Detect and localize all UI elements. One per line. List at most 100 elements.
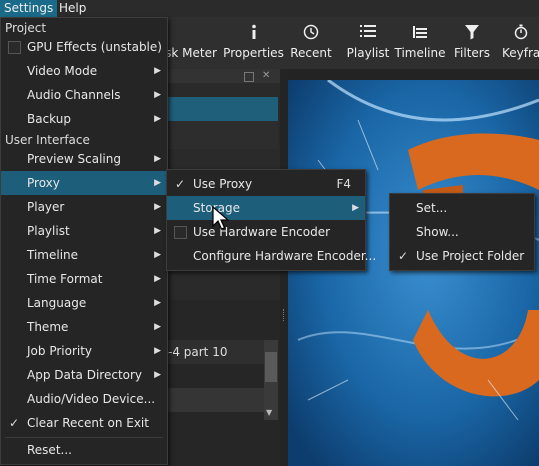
clock-icon <box>288 24 334 40</box>
menu-label: Playlist <box>27 224 70 238</box>
menu-label: Theme <box>27 320 69 334</box>
toolbar-label: Keyfran <box>502 46 539 60</box>
submenu-arrow-icon: ▶ <box>154 274 161 284</box>
menu-label: Timeline <box>27 248 79 262</box>
mouse-cursor-icon <box>212 206 230 230</box>
reset-item[interactable]: Reset... <box>1 438 167 462</box>
timeline-item[interactable]: Timeline ▶ <box>1 243 167 267</box>
info-icon <box>222 24 285 40</box>
menu-label: Time Format <box>27 272 103 286</box>
menu-label: App Data Directory <box>27 368 143 382</box>
playlist-row[interactable] <box>160 388 264 412</box>
list-item[interactable] <box>160 121 278 149</box>
show-item[interactable]: Show... <box>390 220 534 244</box>
use-hardware-encoder-item[interactable]: Use Hardware Encoder <box>167 220 365 244</box>
submenu-arrow-icon: ▶ <box>154 114 161 124</box>
toolbar-label: Properties <box>223 46 284 60</box>
menu-label: Job Priority <box>27 344 93 358</box>
toolbar-label: sk Meter <box>165 46 217 60</box>
submenu-arrow-icon: ▶ <box>154 178 161 188</box>
menu-label: Audio Channels <box>27 88 121 102</box>
settings-menu: Project GPU Effects (unstable) Video Mod… <box>0 17 168 465</box>
proxy-item[interactable]: Proxy ▶ <box>1 171 167 195</box>
configure-hardware-encoder-item[interactable]: Configure Hardware Encoder... <box>167 244 376 268</box>
use-proxy-item[interactable]: ✓ Use Proxy F4 <box>167 172 365 196</box>
list-icon <box>340 24 396 40</box>
preview-scaling-item[interactable]: Preview Scaling ▶ <box>1 147 167 171</box>
splitter-grip-icon <box>283 309 286 321</box>
task-meter-button[interactable]: sk Meter <box>160 17 222 69</box>
audio-channels-item[interactable]: Audio Channels ▶ <box>1 83 167 107</box>
language-item[interactable]: Language ▶ <box>1 291 167 315</box>
timeline-icon <box>394 24 446 40</box>
menu-label: Configure Hardware Encoder... <box>193 249 377 263</box>
submenu-arrow-icon: ▶ <box>154 346 161 356</box>
clear-recent-item[interactable]: ✓ Clear Recent on Exit <box>1 411 167 435</box>
audio-video-device-item[interactable]: Audio/Video Device... <box>1 387 167 411</box>
keyframes-button[interactable]: Keyfran <box>500 17 539 69</box>
checkmark-icon: ✓ <box>175 177 186 191</box>
section-user-interface: User Interface <box>5 133 90 147</box>
toolbar-label: Timeline <box>394 46 446 60</box>
menu-label: Use Project Folder <box>416 249 525 263</box>
job-priority-item[interactable]: Job Priority ▶ <box>1 339 167 363</box>
recent-button[interactable]: Recent <box>288 17 334 69</box>
timeline-button[interactable]: Timeline <box>394 17 446 69</box>
video-frame-image <box>288 80 539 466</box>
submenu-arrow-icon: ▶ <box>154 66 161 76</box>
gpu-effects-item[interactable]: GPU Effects (unstable) <box>1 35 167 59</box>
storage-item[interactable]: Storage ▶ <box>167 196 365 220</box>
submenu-arrow-icon: ▶ <box>154 90 161 100</box>
submenu-arrow-icon: ▶ <box>154 322 161 332</box>
backup-item[interactable]: Backup ▶ <box>1 107 167 131</box>
close-icon[interactable]: ✕ <box>262 70 270 81</box>
toolbar-label: Filters <box>454 46 490 60</box>
properties-button[interactable]: Properties <box>222 17 285 69</box>
checkbox <box>174 226 187 239</box>
video-preview[interactable] <box>288 80 539 466</box>
app-data-directory-item[interactable]: App Data Directory ▶ <box>1 363 167 387</box>
shortcut-label: F4 <box>336 177 351 191</box>
playlist-button[interactable]: Playlist <box>340 17 396 69</box>
storage-submenu: Set... Show... ✓ Use Project Folder <box>389 193 535 271</box>
menu-label: Player <box>27 200 65 214</box>
player-item[interactable]: Player ▶ <box>1 195 167 219</box>
checkbox <box>8 41 21 54</box>
scrollbar-thumb[interactable] <box>265 352 277 382</box>
main-toolbar: sk Meter Properties Recent Playlist Time… <box>160 17 539 69</box>
menu-label: Show... <box>416 225 459 239</box>
submenu-arrow-icon: ▶ <box>154 154 161 164</box>
help-menu-button[interactable]: Help <box>55 0 90 17</box>
use-project-folder-item[interactable]: ✓ Use Project Folder <box>390 244 534 268</box>
task-meter-icon <box>160 24 222 40</box>
menu-label: GPU Effects (unstable) <box>27 40 162 54</box>
menu-label: Clear Recent on Exit <box>27 416 149 430</box>
stopwatch-icon <box>500 24 539 40</box>
playlist-row[interactable]: -4 part 10 <box>160 340 264 364</box>
submenu-arrow-icon: ▶ <box>154 370 161 380</box>
playlist-item[interactable]: Playlist ▶ <box>1 219 167 243</box>
proxy-submenu: ✓ Use Proxy F4 Storage ▶ Use Hardware En… <box>166 169 376 271</box>
section-project: Project <box>5 21 47 35</box>
theme-item[interactable]: Theme ▶ <box>1 315 167 339</box>
settings-menu-button[interactable]: Settings <box>0 0 58 17</box>
checkmark-icon: ✓ <box>398 249 409 263</box>
submenu-arrow-icon: ▶ <box>154 298 161 308</box>
menu-label: Audio/Video Device... <box>27 392 156 406</box>
float-icon[interactable] <box>244 72 254 82</box>
filter-icon <box>451 24 493 40</box>
playlist-list <box>160 300 280 466</box>
filters-button[interactable]: Filters <box>451 17 493 69</box>
submenu-arrow-icon: ▶ <box>154 202 161 212</box>
set-item[interactable]: Set... <box>390 196 534 220</box>
menu-label: Preview Scaling <box>27 152 121 166</box>
menu-label: Reset... <box>27 443 72 457</box>
selected-item-row[interactable] <box>160 97 278 121</box>
time-format-item[interactable]: Time Format ▶ <box>1 267 167 291</box>
menu-label: Video Mode <box>27 64 98 78</box>
video-mode-item[interactable]: Video Mode ▶ <box>1 59 167 83</box>
checkmark-icon: ✓ <box>9 416 20 430</box>
scroll-down-icon[interactable]: ▼ <box>266 408 272 417</box>
submenu-arrow-icon: ▶ <box>352 203 359 213</box>
toolbar-label: Recent <box>290 46 332 60</box>
